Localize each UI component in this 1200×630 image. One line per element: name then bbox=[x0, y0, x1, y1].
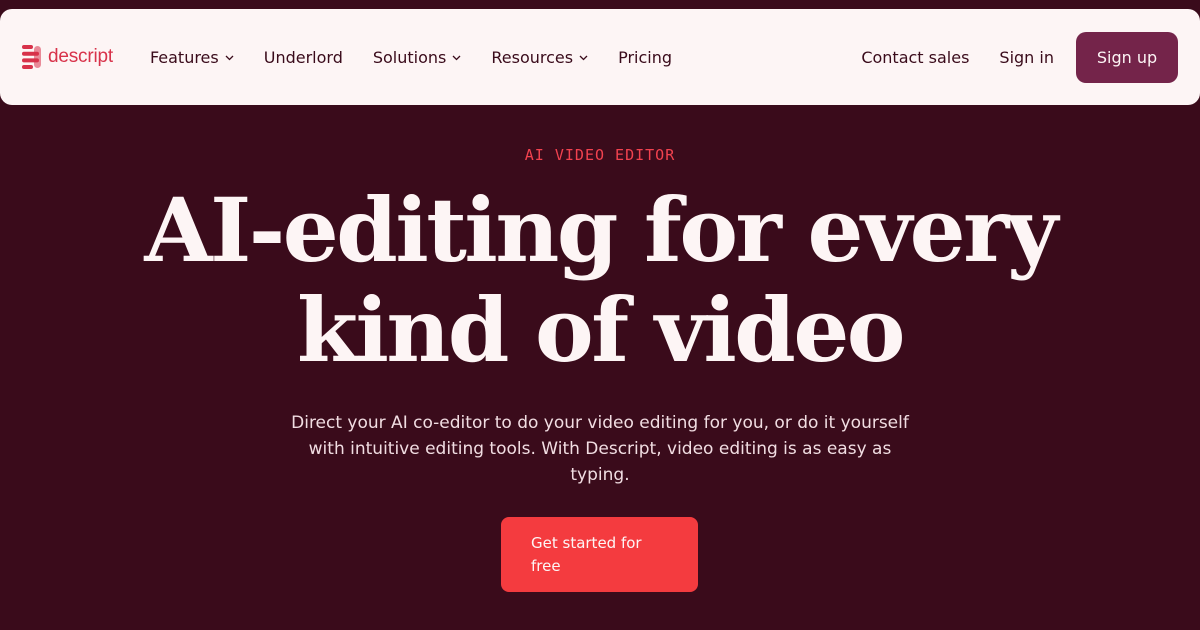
top-navbar: descript Features Underlord Solutions Re… bbox=[0, 9, 1200, 105]
primary-nav: Features Underlord Solutions Resources P… bbox=[150, 48, 672, 67]
brand-name: descript bbox=[48, 46, 113, 67]
nav-item-label: Solutions bbox=[372, 47, 447, 67]
chevron-down-icon bbox=[452, 55, 461, 60]
nav-item-label: Features bbox=[149, 47, 219, 67]
nav-item-pricing[interactable]: Pricing bbox=[618, 48, 672, 67]
contact-sales-link[interactable]: Contact sales bbox=[861, 48, 969, 67]
hero-headline: AI-editing for every kind of video bbox=[144, 178, 1058, 382]
page: descript Features Underlord Solutions Re… bbox=[0, 0, 1200, 630]
nav-item-solutions[interactable]: Solutions bbox=[373, 48, 462, 67]
nav-actions: Contact sales Sign in Sign up bbox=[861, 31, 1178, 83]
chevron-down-icon bbox=[579, 55, 588, 60]
descript-logo[interactable]: descript bbox=[22, 45, 113, 69]
nav-item-underlord[interactable]: Underlord bbox=[264, 48, 343, 67]
sign-up-button[interactable]: Sign up bbox=[1076, 31, 1178, 83]
nav-item-label: Resources bbox=[491, 47, 574, 67]
get-started-button[interactable]: Get started for free bbox=[501, 517, 698, 592]
nav-item-label: Pricing bbox=[618, 47, 673, 67]
hero-subtext: Direct your AI co-editor to do your vide… bbox=[291, 413, 909, 485]
sign-in-link[interactable]: Sign in bbox=[999, 48, 1054, 67]
nav-item-resources[interactable]: Resources bbox=[491, 48, 588, 67]
chevron-down-icon bbox=[225, 55, 234, 60]
nav-item-features[interactable]: Features bbox=[150, 48, 234, 67]
nav-item-label: Underlord bbox=[263, 47, 343, 67]
hero-eyebrow: AI VIDEO EDITOR bbox=[524, 146, 676, 164]
descript-logo-icon bbox=[22, 45, 41, 69]
